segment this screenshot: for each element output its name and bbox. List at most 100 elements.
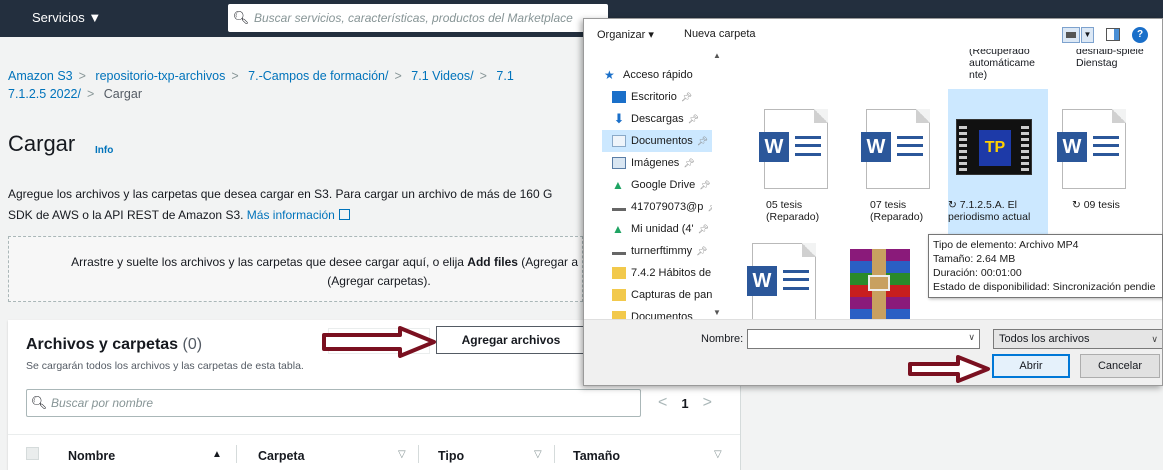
files-count: (0) — [182, 336, 203, 353]
drive-icon — [612, 247, 626, 255]
breadcrumb-campos[interactable]: 7.-Campos de formación/ — [248, 69, 388, 83]
nav-item-turner[interactable]: turnerftimmy 📌︎ — [612, 240, 712, 262]
nav-item-quick-access[interactable]: ★ Acceso rápido — [604, 64, 712, 86]
sort-icon[interactable]: ▽ — [714, 449, 722, 460]
file-09-tesis[interactable]: W ↻ 09 tesis — [1054, 109, 1154, 211]
files-title-text: Archivos y carpetas — [26, 336, 179, 353]
help-icon[interactable]: ? — [1132, 27, 1148, 43]
breadcrumb: Amazon S3 > repositorio-txp-archivos > 7.-… — [8, 67, 588, 103]
nav-item-label: Documentos — [631, 135, 693, 147]
file-05-tesis[interactable]: W 05 tesis (Reparado) — [744, 109, 844, 223]
chevron-down-icon[interactable]: ∨ — [968, 332, 975, 343]
chevron-right-icon: > — [394, 69, 402, 83]
nav-item-label: Escritorio — [631, 91, 677, 103]
annotation-arrow-add-files — [322, 326, 436, 358]
pin-icon: 📌︎ — [680, 91, 693, 102]
new-folder-button[interactable]: Nueva carpeta — [684, 28, 756, 40]
file-open-dialog: Organizar ▾ Nueva carpeta ▼ ? ★ Acceso r… — [583, 18, 1163, 386]
nav-item-label: 417079073@p — [631, 201, 704, 213]
nav-scrollbar[interactable]: ▲ ▼ — [712, 49, 722, 319]
scroll-up-icon[interactable]: ▲ — [713, 51, 721, 60]
chevron-right-icon: > — [86, 87, 95, 101]
nav-item-label: Acceso rápido — [623, 69, 693, 81]
column-tipo[interactable]: Tipo — [438, 449, 464, 463]
column-carpeta[interactable]: Carpeta — [258, 449, 305, 463]
view-dropdown-icon[interactable]: ▼ — [1081, 27, 1094, 43]
info-link[interactable]: Info — [95, 145, 113, 156]
folder-icon — [612, 289, 626, 301]
search-by-name-input[interactable]: 🔍︎ Buscar por nombre — [26, 389, 641, 417]
filename-input[interactable]: ∨ — [747, 329, 980, 349]
preview-pane-icon[interactable] — [1106, 28, 1120, 41]
column-divider — [554, 445, 555, 463]
dropzone-add-files: Add files — [467, 255, 518, 269]
dropzone-text: Arrastre y suelte los archivos y las car… — [71, 255, 468, 269]
tooltip-size: Tamaño: 2.64 MB — [933, 253, 1016, 265]
view-icon[interactable] — [1062, 27, 1080, 43]
drive-icon — [612, 203, 626, 211]
nav-item-google-drive[interactable]: ▲ Google Drive 📌︎ — [612, 174, 712, 196]
organize-button[interactable]: Organizar ▾ — [597, 28, 654, 41]
chevron-right-icon: > — [479, 69, 487, 83]
breadcrumb-bucket[interactable]: repositorio-txp-archivos — [95, 69, 225, 83]
search-by-name-placeholder: Buscar por nombre — [51, 396, 154, 410]
next-page-icon[interactable]: > — [703, 394, 712, 412]
breadcrumb-videos[interactable]: 7.1 Videos/ — [411, 69, 473, 83]
nav-item-documentos[interactable]: Documentos 📌︎ — [602, 130, 712, 152]
file-label: 07 tesis (Reparado) — [870, 199, 924, 223]
nav-item-escritorio[interactable]: Escritorio 📌︎ — [612, 86, 712, 108]
aws-search-placeholder: Buscar servicios, características, produ… — [254, 11, 573, 25]
sort-asc-icon[interactable]: ▲ — [212, 449, 222, 460]
cancel-button[interactable]: Cancelar — [1080, 354, 1160, 378]
tooltip-type: Tipo de elemento: Archivo MP4 — [933, 239, 1079, 251]
sort-icon[interactable]: ▽ — [398, 449, 406, 460]
nav-item-capturas[interactable]: Capturas de pan — [612, 284, 712, 306]
column-divider — [236, 445, 237, 463]
external-link-icon — [338, 209, 350, 220]
chevron-down-icon: ∨ — [1151, 334, 1158, 344]
nav-item-documentos-folder[interactable]: Documentos — [612, 306, 712, 319]
breadcrumb-2022[interactable]: 7.1.2.5 2022/ — [8, 87, 81, 101]
chevron-right-icon: > — [78, 69, 86, 83]
scroll-down-icon[interactable]: ▼ — [713, 308, 721, 317]
page-number[interactable]: 1 — [681, 396, 688, 411]
nav-item-label: Mi unidad (4' — [631, 223, 694, 235]
file-07-tesis[interactable]: W 07 tesis (Reparado) — [846, 109, 946, 223]
nav-item-account[interactable]: 417079073@p📌︎ — [612, 196, 712, 218]
file-word-bottom[interactable]: W — [744, 239, 844, 319]
breadcrumb-71[interactable]: 7.1 — [496, 69, 513, 83]
nav-item-label: Documentos — [631, 311, 693, 319]
pagination: < 1 > — [658, 394, 712, 412]
file-periodismo-video[interactable]: TP ↻ 7.1.2.5.A. El periodismo actual — [948, 89, 1048, 235]
more-info-link[interactable]: Más información — [247, 208, 335, 222]
folder-icon — [612, 311, 626, 319]
nav-item-imagenes[interactable]: Imágenes 📌︎ — [612, 152, 712, 174]
services-menu[interactable]: Servicios ▼ — [32, 10, 101, 25]
sort-icon[interactable]: ▽ — [534, 449, 542, 460]
nav-item-descargas[interactable]: ⬇ Descargas 📌︎ — [612, 108, 712, 130]
nav-item-habitos[interactable]: 7.4.2 Hábitos de — [612, 262, 712, 284]
prev-page-icon[interactable]: < — [658, 394, 667, 412]
dropzone-text-b: (Agregar a — [517, 255, 578, 269]
nav-item-label: turnerftimmy — [631, 245, 693, 257]
column-tamano[interactable]: Tamaño — [573, 449, 620, 463]
column-nombre[interactable]: Nombre — [68, 449, 115, 463]
word-icon: W — [747, 243, 816, 319]
drop-zone[interactable]: Arrastre y suelte los archivos y las car… — [8, 236, 583, 302]
select-all-checkbox[interactable] — [26, 447, 39, 460]
open-button[interactable]: Abrir — [992, 354, 1070, 378]
nav-item-mi-unidad[interactable]: ▲ Mi unidad (4' 📌︎ — [612, 218, 712, 240]
breadcrumb-amazon-s3[interactable]: Amazon S3 — [8, 69, 73, 83]
aws-search-input[interactable]: 🔍︎ Buscar servicios, características, pr… — [228, 4, 608, 32]
add-files-button[interactable]: Agregar archivos — [436, 326, 586, 354]
nav-item-label: Capturas de pan — [631, 289, 712, 301]
pin-icon: 📌︎ — [687, 113, 700, 124]
files-title: Archivos y carpetas (0) — [26, 336, 202, 354]
filename-label: Nombre: — [701, 333, 744, 345]
word-icon: W — [861, 109, 930, 189]
file-type-select[interactable]: Todos los archivos ∨ — [993, 329, 1162, 349]
chevron-right-icon: > — [231, 69, 239, 83]
tooltip-duration: Duración: 00:01:00 — [933, 267, 1022, 279]
file-type-value: Todos los archivos — [999, 333, 1090, 345]
breadcrumb-current: Cargar — [103, 87, 142, 101]
